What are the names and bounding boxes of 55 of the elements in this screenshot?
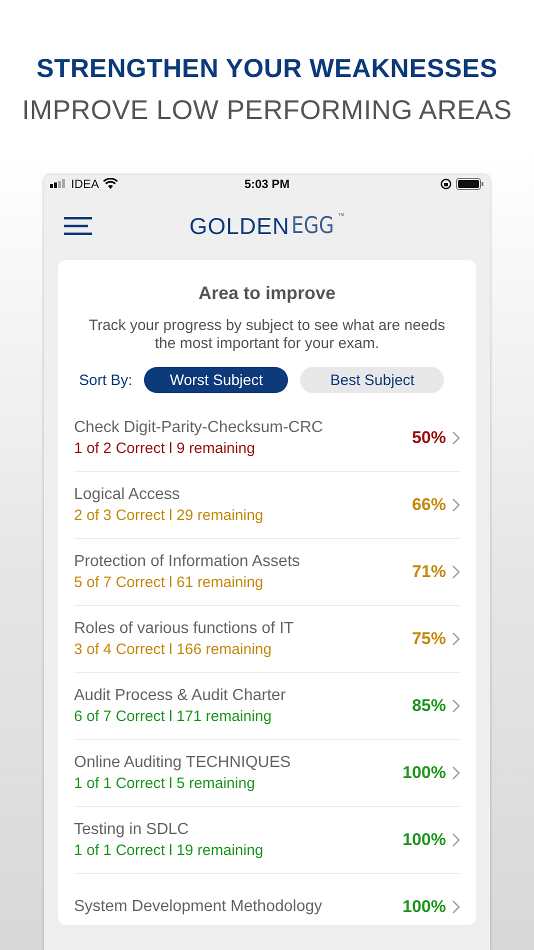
subject-row[interactable]: Protection of Information Assets 5 of 7 Correct l 61 remaining 71% (74, 539, 460, 606)
subject-name: System Development Methodology (74, 898, 324, 916)
subject-name: Testing in SDLC (74, 821, 190, 839)
subject-name: Roles of various functions of IT (74, 620, 295, 638)
chevron-icon (452, 498, 460, 512)
subject-row[interactable]: System Development Methodology 100% (74, 874, 460, 925)
subject-name: Online Auditing TECHNIQUES (74, 754, 292, 772)
carrier-name: IDEA (71, 176, 100, 190)
subject-score: 71% (412, 562, 446, 582)
sort-label: Sort By: (79, 372, 132, 388)
subject-score: 100% (402, 763, 446, 783)
app-logo: GOLDEN EGG$^{™}$ (189, 212, 345, 240)
chevron-icon (452, 699, 460, 713)
subject-row[interactable]: Check Digit-Parity-Checksum-CRC 1 of 2 Correct l 9 remaining 50% (74, 405, 460, 472)
headline: STRENGTHEN YOUR WEAKNESSES (36, 53, 498, 84)
wifi-icon (103, 178, 118, 189)
subject-progress: 3 of 4 Correct l 166 remaining (74, 641, 273, 658)
subject-score: 75% (412, 629, 446, 649)
subject-progress: 2 of 3 Correct l 29 remaining (74, 507, 264, 524)
subject-row[interactable]: Testing in SDLC 1 of 1 Correct l 19 remaining 100% (74, 807, 460, 874)
subject-row[interactable]: Logical Access 2 of 3 Correct l 29 remaining 66% (74, 472, 460, 539)
subject-name: Logical Access (74, 486, 181, 504)
chevron-icon (452, 565, 460, 579)
subject-row[interactable]: Audit Process & Audit Charter 6 of 7 Correct l 171 remaining 85% (74, 673, 460, 740)
subject-score: 50% (412, 428, 446, 448)
card-description: Track your progress by subject to see what are needs the most important for your exam. (88, 317, 446, 353)
chevron-icon (452, 766, 460, 780)
clock: 5:03 PM (244, 176, 290, 190)
chevron-icon (452, 632, 460, 646)
subject-row[interactable]: Online Auditing TECHNIQUES 1 of 1 Correct l 5 remaining 100% (74, 740, 460, 807)
subject-score: 66% (412, 495, 446, 515)
rotation-lock-icon (440, 178, 452, 190)
subheadline: IMPROVE LOW PERFORMING AREAS (22, 95, 512, 126)
menu-button[interactable] (62, 215, 94, 237)
subject-score: 100% (402, 830, 446, 850)
menu-icon (64, 217, 92, 235)
subject-name: Audit Process & Audit Charter (74, 687, 287, 705)
subject-row[interactable]: Roles of various functions of IT 3 of 4 Correct l 166 remaining 75% (74, 606, 460, 673)
chevron-icon (452, 431, 460, 445)
subject-progress: 1 of 1 Correct l 5 remaining (74, 775, 256, 792)
sort-option[interactable]: Best Subject (300, 367, 444, 393)
subject-score: 100% (402, 897, 446, 917)
subject-progress: 1 of 2 Correct l 9 remaining (74, 440, 256, 457)
subject-score: 85% (412, 696, 446, 716)
chevron-icon (452, 833, 460, 847)
sort-option[interactable]: Worst Subject (144, 367, 288, 393)
subject-progress: 6 of 7 Correct l 171 remaining (74, 708, 273, 725)
battery-icon (456, 178, 484, 190)
subject-progress: 1 of 1 Correct l 19 remaining (74, 842, 264, 859)
card-title: Area to improve (197, 283, 337, 304)
subject-progress: 5 of 7 Correct l 61 remaining (74, 574, 264, 591)
chevron-icon (452, 900, 460, 914)
subject-name: Check Digit-Parity-Checksum-CRC (74, 419, 324, 437)
signal-icon (50, 179, 67, 188)
subject-name: Protection of Information Assets (74, 553, 301, 571)
